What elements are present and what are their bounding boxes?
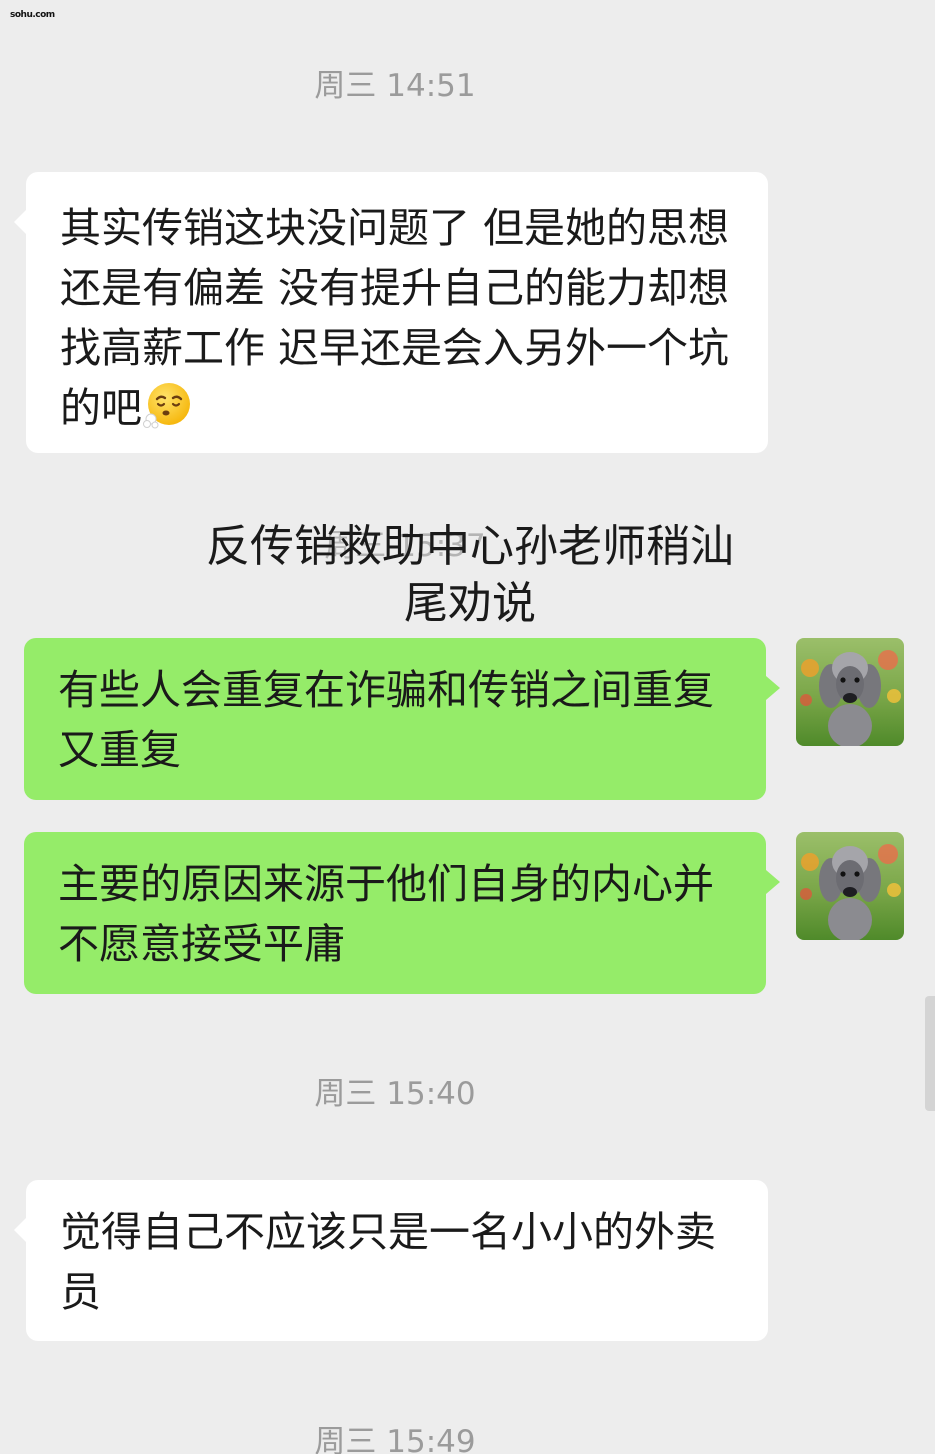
incoming-message-bubble[interactable]: 觉得自己不应该只是一名小小的外卖员 xyxy=(14,1180,768,1341)
scrollbar-thumb[interactable] xyxy=(925,996,935,1111)
outgoing-message-bubble[interactable]: 有些人会重复在诈骗和传销之间重复又重复 xyxy=(24,638,780,800)
bubble-tail xyxy=(14,1218,26,1242)
incoming-message-bubble[interactable]: 其实传销这块没问题了 但是她的思想还是有偏差 没有提升自己的能力却想找高薪工作 … xyxy=(14,172,768,453)
timestamp: 周三 15:49 xyxy=(314,1424,476,1454)
bubble-tail xyxy=(14,210,26,234)
overlay-caption: 周三 15:37 反传销救助中心孙老师稍汕尾劝说 xyxy=(200,518,740,632)
bubble-tail xyxy=(766,870,780,894)
sighing-face-emoji-icon xyxy=(143,383,190,429)
message-text: 觉得自己不应该只是一名小小的外卖员 xyxy=(60,1208,716,1316)
watermark-mark: sohu.com xyxy=(10,10,55,20)
poodle-dog-avatar[interactable] xyxy=(796,832,904,940)
outgoing-message-bubble[interactable]: 主要的原因来源于他们自身的内心并不愿意接受平庸 xyxy=(24,832,780,994)
chat-screen: sohu.com 周三 14:51 其实传销这块没问题了 但是她的思想还是有偏差… xyxy=(0,0,935,1454)
caption-text: 反传销救助中心孙老师稍汕尾劝说 xyxy=(206,521,734,629)
timestamp: 周三 15:40 xyxy=(314,1076,476,1112)
poodle-avatar-icon xyxy=(796,832,904,940)
poodle-avatar-icon xyxy=(796,638,904,746)
message-text: 有些人会重复在诈骗和传销之间重复又重复 xyxy=(58,666,714,774)
timestamp: 周三 14:51 xyxy=(314,68,476,104)
bubble-tail xyxy=(766,676,780,700)
message-text: 主要的原因来源于他们自身的内心并不愿意接受平庸 xyxy=(58,860,714,968)
poodle-dog-avatar[interactable] xyxy=(796,638,904,746)
message-text: 其实传销这块没问题了 但是她的思想还是有偏差 没有提升自己的能力却想找高薪工作 … xyxy=(60,204,730,432)
